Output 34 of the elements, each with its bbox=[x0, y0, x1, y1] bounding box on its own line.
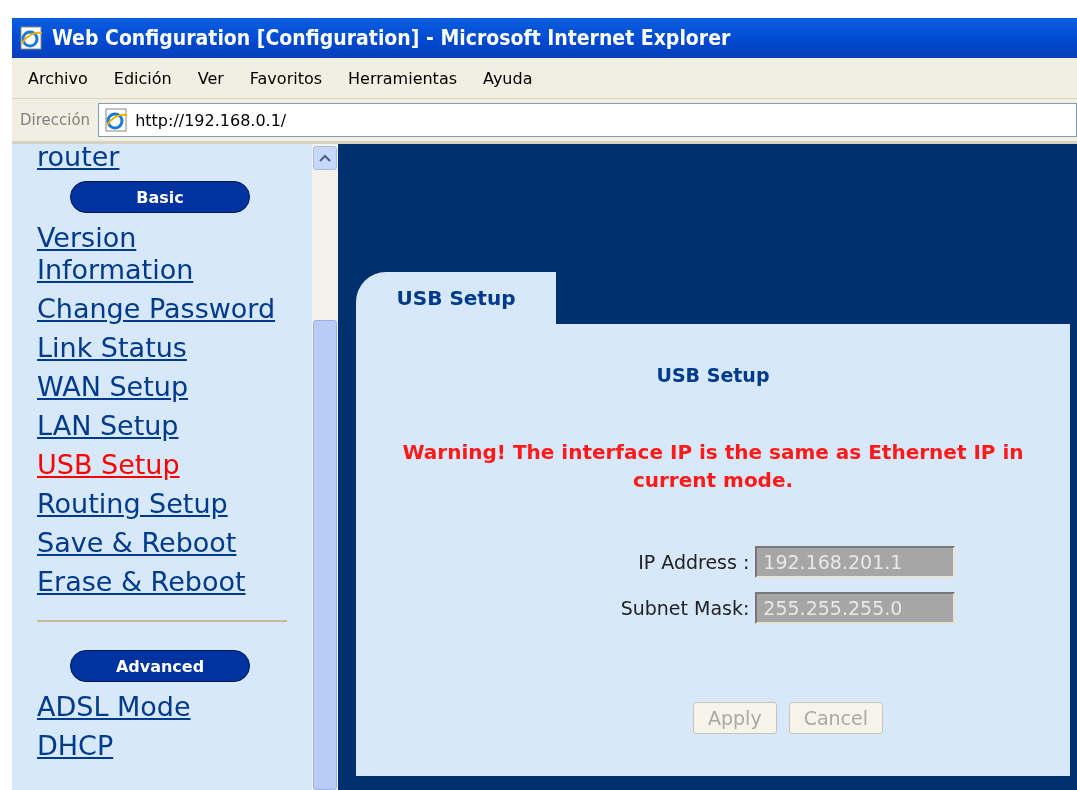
field-label: IP Address : bbox=[637, 551, 750, 573]
field-label: Subnet Mask: bbox=[620, 597, 750, 619]
menu-item[interactable]: Herramientas bbox=[348, 68, 458, 88]
menu-item[interactable]: Ayuda bbox=[483, 68, 533, 88]
menu-item[interactable]: Archivo bbox=[28, 68, 88, 88]
sidebar-link[interactable]: Version Information bbox=[37, 222, 287, 286]
sidebar-link[interactable]: router bbox=[37, 144, 287, 173]
sidebar-link[interactable]: LAN Setup bbox=[37, 410, 287, 442]
sidebar-link[interactable]: DHCP bbox=[37, 730, 287, 762]
sidebar-link[interactable]: Save & Reboot bbox=[37, 527, 287, 559]
window-title: Web Configuration [Configuration] - Microsoft Internet Explorer bbox=[52, 26, 731, 50]
panel-tab[interactable]: USB Setup bbox=[356, 272, 556, 324]
sidebar-link[interactable]: WAN Setup bbox=[37, 371, 287, 403]
menu-item[interactable]: Favoritos bbox=[249, 68, 323, 88]
warning-message: Warning! The interface IP is the same as Ethernet IP in current mode. bbox=[401, 439, 1025, 494]
browser-page-icon bbox=[103, 107, 130, 133]
panel-title: USB Setup bbox=[656, 364, 770, 386]
scrollbar[interactable] bbox=[312, 144, 338, 790]
address-field[interactable]: http://192.168.0.1/ bbox=[98, 103, 1077, 137]
scroll-thumb[interactable] bbox=[313, 320, 337, 790]
url-text: http://192.168.0.1/ bbox=[135, 110, 287, 130]
sidebar-link[interactable]: Routing Setup bbox=[37, 488, 287, 520]
sidebar-link[interactable]: Erase & Reboot bbox=[37, 566, 287, 598]
address-label: Dirección bbox=[19, 111, 92, 129]
section-header: Basic bbox=[70, 181, 250, 213]
sidebar-link[interactable]: ADSL Mode bbox=[37, 691, 287, 723]
sidebar-link[interactable]: Change Password bbox=[37, 293, 287, 325]
sidebar-link[interactable]: Link Status bbox=[37, 332, 287, 364]
section-header: Advanced bbox=[70, 650, 250, 682]
menu-item[interactable]: Edición bbox=[113, 68, 172, 88]
menu-item[interactable]: Ver bbox=[197, 68, 224, 88]
caret-up-icon bbox=[319, 154, 331, 162]
browser-page-icon bbox=[18, 25, 44, 51]
scroll-up-button[interactable] bbox=[313, 146, 337, 170]
